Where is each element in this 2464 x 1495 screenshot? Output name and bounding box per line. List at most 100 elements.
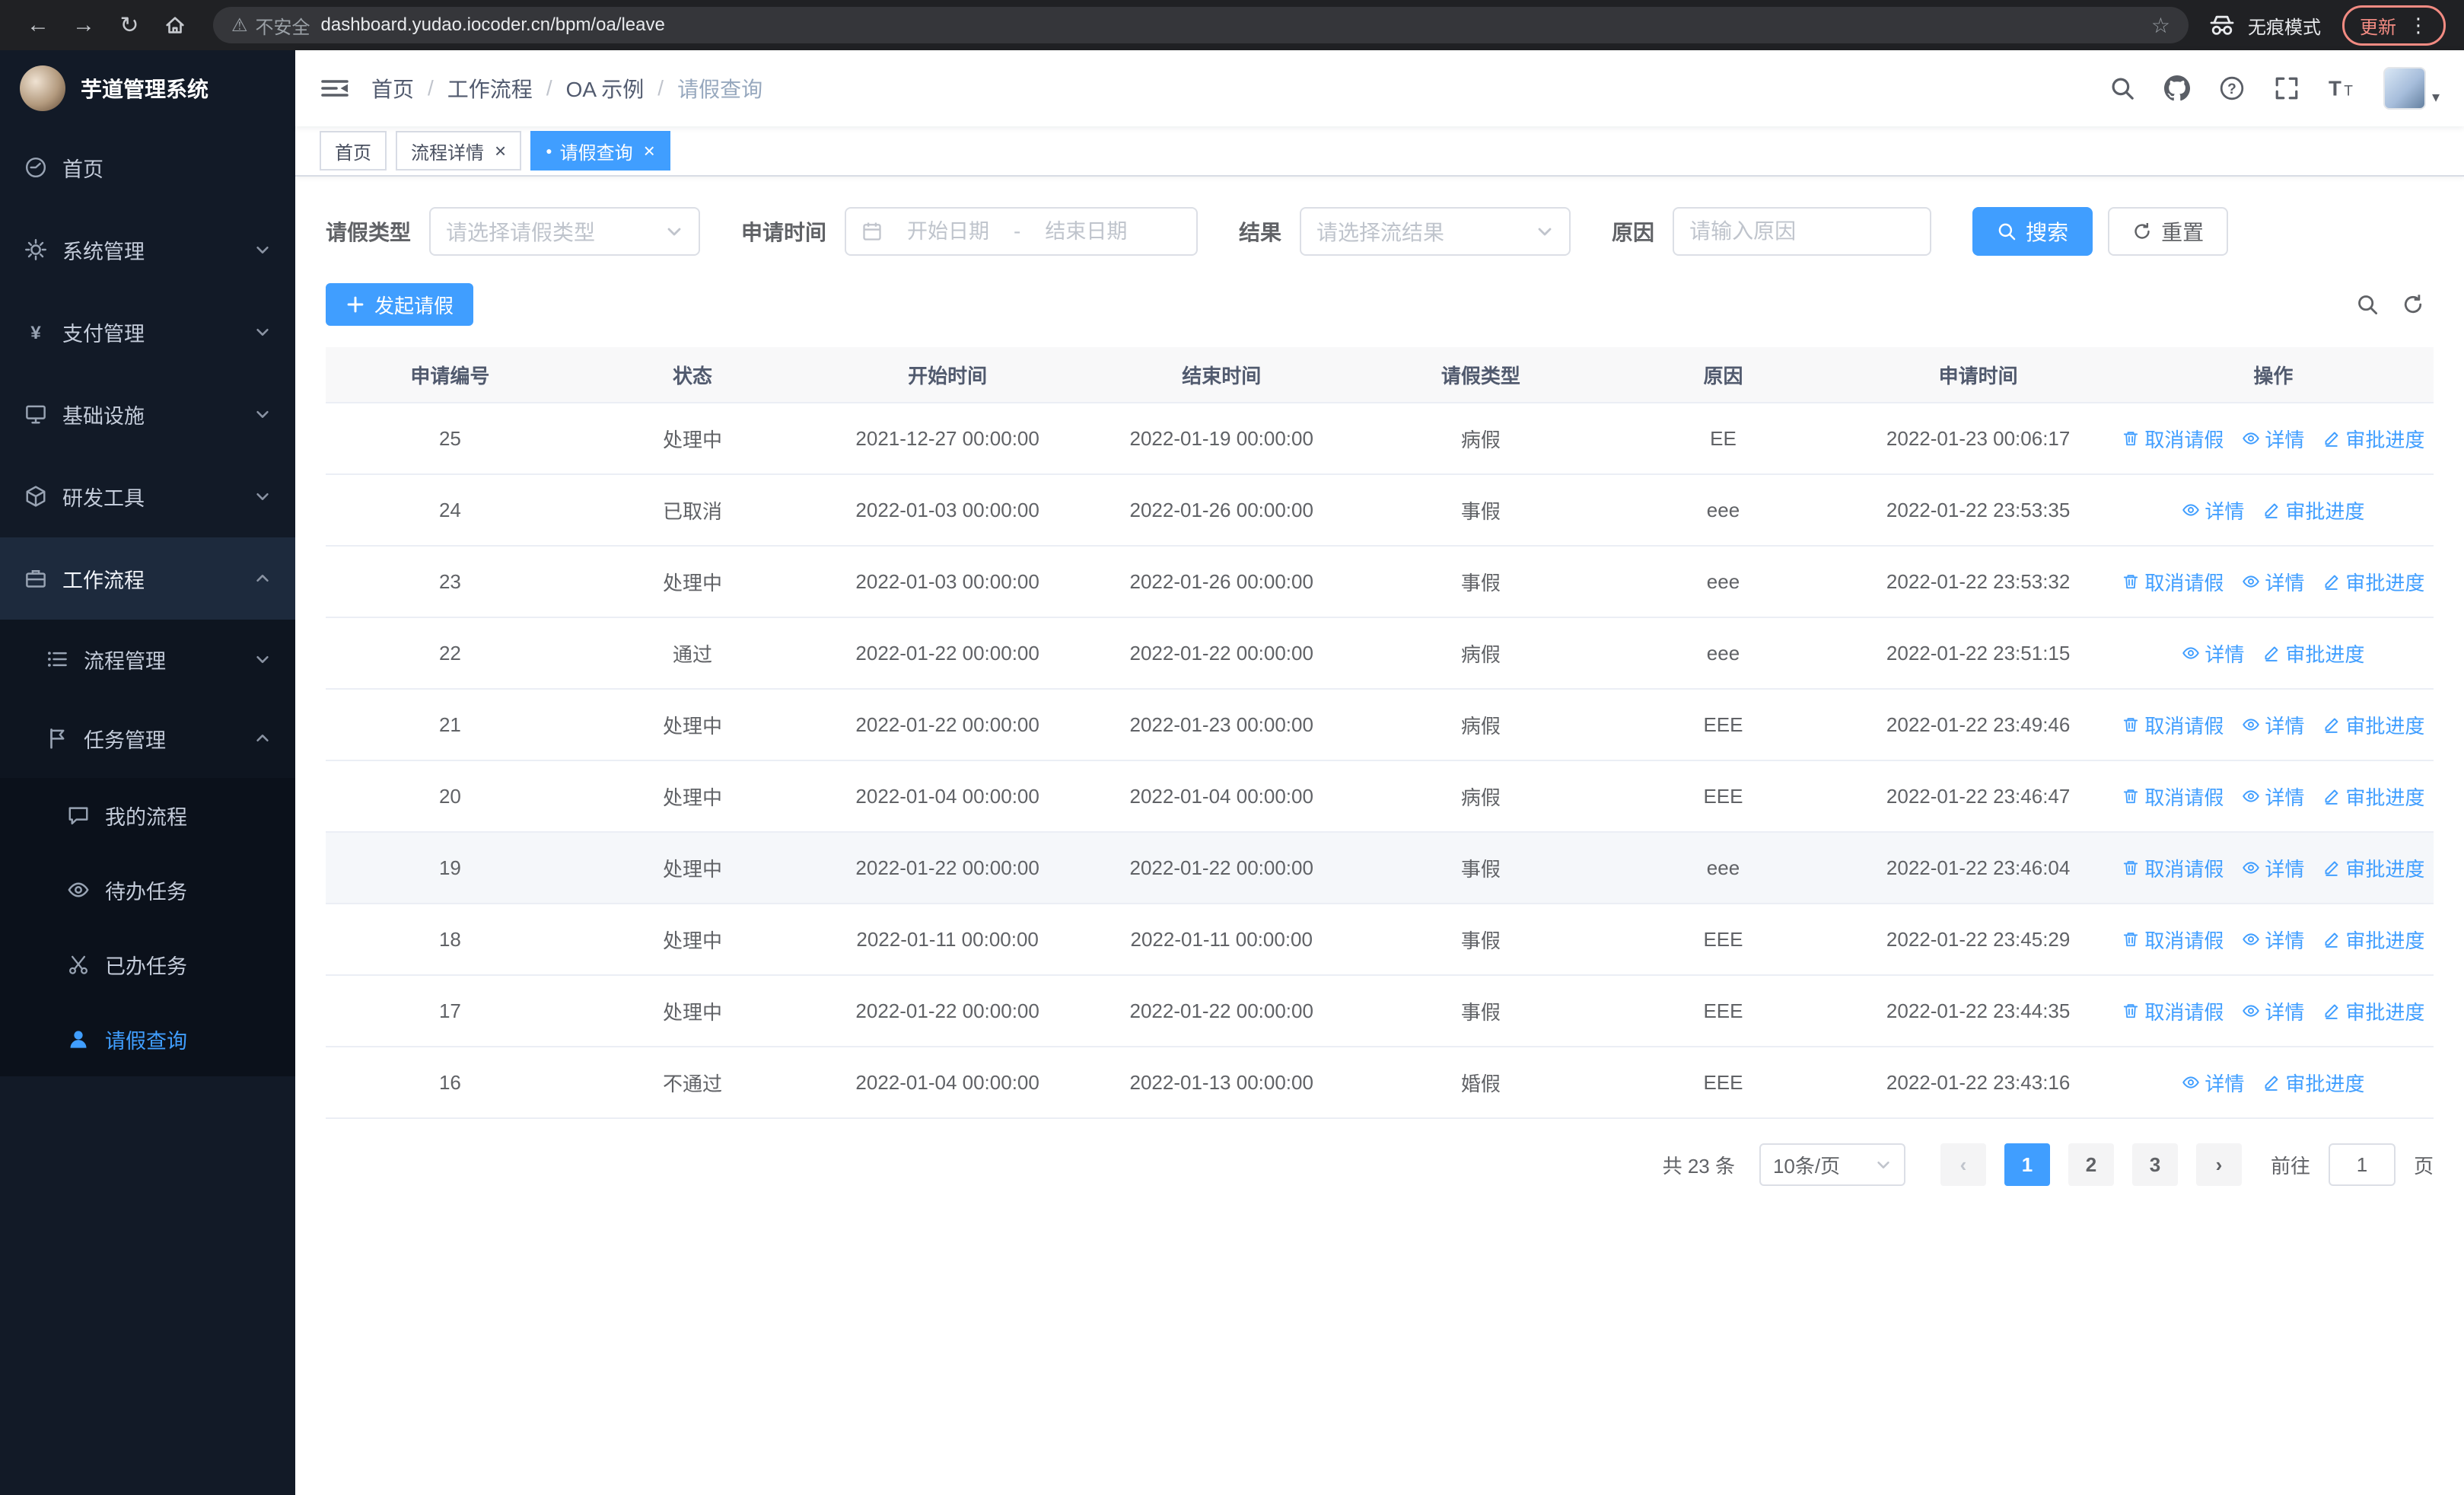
next-page-button[interactable]: › xyxy=(2195,1143,2242,1186)
progress-link[interactable]: 审批进度 xyxy=(2322,997,2424,1025)
search-button[interactable]: 搜索 xyxy=(1972,207,2093,256)
user-menu[interactable]: ▾ xyxy=(2383,67,2440,110)
detail-link[interactable]: 详情 xyxy=(2182,496,2244,524)
sidebar-item-home[interactable]: 首页 xyxy=(0,126,295,209)
sidebar-item-todo-tasks[interactable]: 待办任务 xyxy=(0,853,295,927)
update-label[interactable]: 更新 xyxy=(2360,12,2396,39)
detail-link[interactable]: 详情 xyxy=(2182,639,2244,668)
prev-page-button[interactable]: ‹ xyxy=(1940,1143,1986,1186)
address-bar[interactable]: ⚠ 不安全 dashboard.yudao.iocoder.cn/bpm/oa/… xyxy=(213,7,2189,43)
trash-icon xyxy=(2122,859,2140,877)
sidebar-item-devtools[interactable]: 研发工具 xyxy=(0,455,295,537)
chevron-down-icon xyxy=(254,406,271,422)
sidebar-item-infra[interactable]: 基础设施 xyxy=(0,373,295,455)
progress-link[interactable]: 审批进度 xyxy=(2322,854,2424,882)
progress-link[interactable]: 审批进度 xyxy=(2262,639,2364,668)
sidebar-item-process-mgmt[interactable]: 流程管理 xyxy=(0,620,295,699)
column-header: 状态 xyxy=(672,364,712,387)
sidebar-item-workflow[interactable]: 工作流程 xyxy=(0,537,295,620)
detail-link[interactable]: 详情 xyxy=(2242,711,2304,739)
sidebar-item-task-mgmt[interactable]: 任务管理 xyxy=(0,699,295,778)
bookmark-star-icon[interactable]: ☆ xyxy=(2151,13,2170,38)
cancel-leave-link[interactable]: 取消请假 xyxy=(2122,711,2224,739)
collapse-sidebar-icon[interactable] xyxy=(320,73,350,104)
detail-link[interactable]: 详情 xyxy=(2182,1069,2244,1097)
cancel-leave-link[interactable]: 取消请假 xyxy=(2122,783,2224,811)
help-icon[interactable] xyxy=(2219,75,2245,101)
app-logo[interactable]: 芋道管理系统 xyxy=(0,50,295,126)
page-button-1[interactable]: 1 xyxy=(2004,1143,2050,1186)
home-button[interactable] xyxy=(155,5,195,45)
cancel-leave-link[interactable]: 取消请假 xyxy=(2122,926,2224,954)
detail-link[interactable]: 详情 xyxy=(2242,997,2304,1025)
eye-icon xyxy=(2242,787,2260,805)
page-button-3[interactable]: 3 xyxy=(2131,1143,2178,1186)
reason-input[interactable] xyxy=(1689,219,1915,244)
tab-process-detail[interactable]: 流程详情 × xyxy=(396,131,522,171)
sidebar-item-my-process[interactable]: 我的流程 xyxy=(0,778,295,853)
scissors-icon xyxy=(67,953,90,976)
font-size-icon[interactable] xyxy=(2329,75,2354,101)
search-icon[interactable] xyxy=(2109,75,2135,101)
breadcrumb: 首页 / 工作流程 / OA 示例 / 请假查询 xyxy=(371,73,762,104)
security-label[interactable]: 不安全 xyxy=(256,12,310,39)
progress-link[interactable]: 审批进度 xyxy=(2322,425,2424,453)
table-row: 21 处理中 2022-01-22 00:00:00 2022-01-23 00… xyxy=(326,690,2434,761)
detail-link[interactable]: 详情 xyxy=(2242,568,2304,596)
fullscreen-icon[interactable] xyxy=(2274,75,2300,101)
cancel-leave-link[interactable]: 取消请假 xyxy=(2122,425,2224,453)
end-date-input[interactable] xyxy=(1030,219,1143,244)
back-button[interactable]: ← xyxy=(18,5,58,45)
table-row: 17 处理中 2022-01-22 00:00:00 2022-01-22 00… xyxy=(326,976,2434,1047)
chevron-up-icon xyxy=(254,730,271,747)
leave-type-select[interactable]: 请选择请假类型 xyxy=(429,207,701,256)
detail-link[interactable]: 详情 xyxy=(2242,783,2304,811)
sidebar-item-payment[interactable]: 支付管理 xyxy=(0,291,295,373)
forward-button[interactable]: → xyxy=(64,5,103,45)
apply-time-range-picker[interactable]: - xyxy=(845,207,1199,256)
detail-link[interactable]: 详情 xyxy=(2242,425,2304,453)
reload-button[interactable]: ↻ xyxy=(110,5,149,45)
url-text[interactable]: dashboard.yudao.iocoder.cn/bpm/oa/leave xyxy=(321,14,665,36)
create-leave-button[interactable]: 发起请假 xyxy=(326,283,474,326)
close-icon[interactable]: × xyxy=(644,139,655,163)
refresh-table-icon[interactable] xyxy=(2402,293,2424,316)
progress-link[interactable]: 审批进度 xyxy=(2322,926,2424,954)
reset-button[interactable]: 重置 xyxy=(2108,207,2229,256)
page-size-select[interactable]: 10条/页 xyxy=(1759,1143,1905,1186)
browser-menu-icon[interactable]: ⋮ xyxy=(2408,14,2428,37)
sidebar-item-label: 待办任务 xyxy=(105,880,187,904)
start-date-input[interactable] xyxy=(892,219,1005,244)
breadcrumb-item[interactable]: OA 示例 xyxy=(566,73,645,104)
breadcrumb-item[interactable]: 首页 xyxy=(371,73,414,104)
cancel-leave-link[interactable]: 取消请假 xyxy=(2122,568,2224,596)
breadcrumb-item[interactable]: 工作流程 xyxy=(447,73,533,104)
result-select[interactable]: 请选择流结果 xyxy=(1300,207,1571,256)
sidebar-item-leave-query[interactable]: 请假查询 xyxy=(0,1002,295,1076)
close-icon[interactable]: × xyxy=(495,139,506,163)
chat-icon xyxy=(67,804,90,827)
toggle-search-icon[interactable] xyxy=(2356,293,2379,316)
progress-link[interactable]: 审批进度 xyxy=(2322,711,2424,739)
github-icon[interactable] xyxy=(2164,75,2190,101)
tab-home[interactable]: 首页 xyxy=(320,131,387,171)
progress-link[interactable]: 审批进度 xyxy=(2262,496,2364,524)
list-icon xyxy=(46,648,68,671)
cancel-leave-link[interactable]: 取消请假 xyxy=(2122,854,2224,882)
browser-update-button[interactable]: 更新 ⋮ xyxy=(2342,5,2446,46)
progress-link[interactable]: 审批进度 xyxy=(2322,783,2424,811)
user-avatar[interactable] xyxy=(2383,67,2426,110)
table-row: 23 处理中 2022-01-03 00:00:00 2022-01-26 00… xyxy=(326,547,2434,618)
detail-link[interactable]: 详情 xyxy=(2242,926,2304,954)
progress-link[interactable]: 审批进度 xyxy=(2262,1069,2364,1097)
goto-page-input[interactable] xyxy=(2328,1143,2396,1186)
progress-link[interactable]: 审批进度 xyxy=(2322,568,2424,596)
tab-leave-query[interactable]: ● 请假查询 × xyxy=(530,131,670,171)
sidebar-item-system[interactable]: 系统管理 xyxy=(0,209,295,291)
page-button-2[interactable]: 2 xyxy=(2068,1143,2114,1186)
column-header: 申请编号 xyxy=(410,364,490,387)
sidebar-item-done-tasks[interactable]: 已办任务 xyxy=(0,927,295,1002)
select-placeholder: 请选择流结果 xyxy=(1316,221,1445,244)
detail-link[interactable]: 详情 xyxy=(2242,854,2304,882)
cancel-leave-link[interactable]: 取消请假 xyxy=(2122,997,2224,1025)
